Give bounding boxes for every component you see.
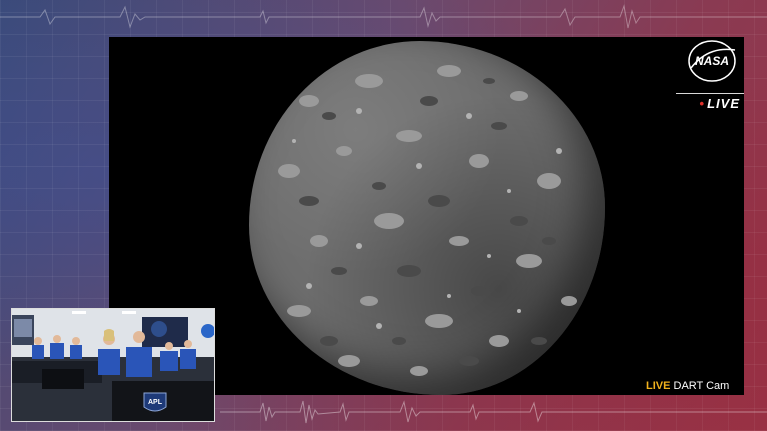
camera-label: LIVE DART Cam bbox=[646, 380, 729, 392]
camera-name-text: DART Cam bbox=[673, 380, 730, 392]
asteroid-surface-texture bbox=[278, 65, 577, 376]
nasa-logo-text: NASA bbox=[695, 54, 729, 68]
mission-control-scene: APL bbox=[12, 309, 214, 421]
asteroid-dimorphos-image bbox=[249, 41, 605, 395]
camera-live-text: LIVE bbox=[646, 380, 671, 392]
live-badge: • LIVE bbox=[676, 93, 744, 111]
live-dot-icon: • bbox=[699, 96, 706, 111]
live-badge-text: LIVE bbox=[707, 96, 740, 111]
mission-control-pip: APL bbox=[11, 308, 215, 422]
nasa-logo: NASA bbox=[688, 40, 736, 82]
apl-logo-text: APL bbox=[148, 399, 163, 406]
waveform-top bbox=[0, 4, 767, 29]
apl-logo: APL bbox=[143, 392, 167, 412]
